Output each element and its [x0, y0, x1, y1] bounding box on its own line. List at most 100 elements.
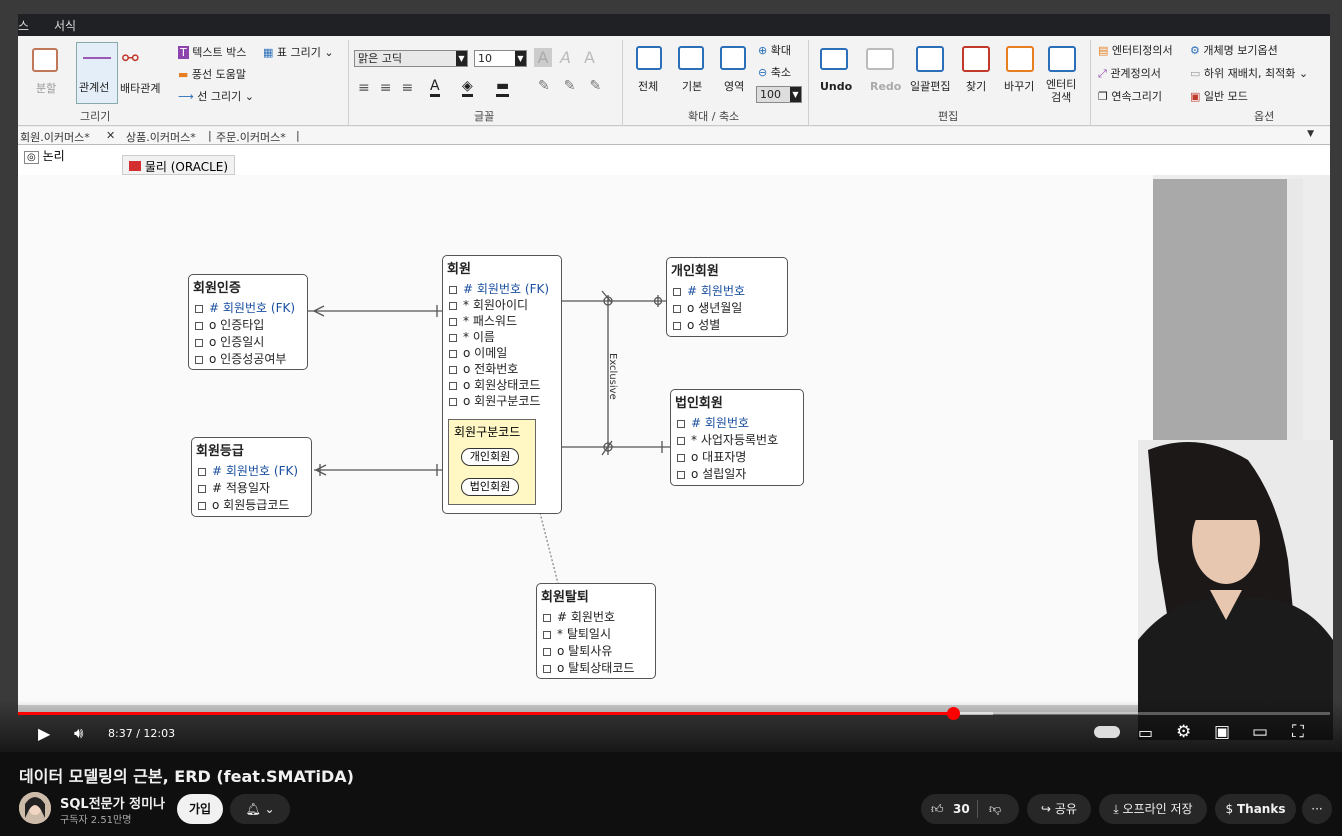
font-size-select[interactable]: 10 ▼	[474, 50, 527, 67]
fit-all-label[interactable]: 전체	[638, 78, 658, 94]
menu-item-format[interactable]: 서식	[54, 17, 76, 34]
tab-member-ecommerce[interactable]: 회원.이커머스*	[20, 129, 90, 145]
tab-logical[interactable]: ◎ 논리	[24, 147, 65, 164]
fullscreen-icon[interactable]: ⛶	[1292, 722, 1304, 742]
subscriber-count: 구독자 2.51만명	[60, 815, 132, 826]
share-button[interactable]: ↪ 공유	[1027, 794, 1091, 824]
join-button[interactable]: 가입	[177, 794, 223, 824]
chevron-down-icon[interactable]: ▼	[1307, 129, 1314, 139]
gear-icon: ⚙	[1190, 44, 1200, 57]
attribute-row: # 회원번호	[677, 414, 749, 431]
redo-icon[interactable]	[866, 48, 894, 70]
redo-label[interactable]: Redo	[870, 80, 901, 93]
fill-color-icon[interactable]: ◈	[462, 78, 473, 97]
underline-icon[interactable]: A	[584, 48, 595, 67]
sub-relayout-button[interactable]: ▭ 하위 재배치, 최적화 ⌄	[1190, 65, 1308, 81]
zoom-area-icon[interactable]	[720, 46, 746, 70]
entity-member-grade[interactable]: 회원등급 # 회원번호 (FK) # 적용일자 o 회원등급코드	[191, 437, 312, 517]
relation-def-button[interactable]: ⤢ 관계정의서	[1098, 65, 1161, 81]
text-box-button[interactable]: T 텍스트 박스	[178, 44, 246, 60]
entity-personal-member[interactable]: 개인회원 # 회원번호 o 생년월일 o 성별	[666, 257, 788, 337]
more-actions-button[interactable]: ···	[1302, 794, 1332, 824]
checkbox-icon	[449, 285, 457, 294]
table-draw-button[interactable]: ▦ 표 그리기 ⌄	[263, 44, 334, 60]
entity-search-label[interactable]: 엔터티 검색	[1046, 78, 1076, 104]
pen-icons[interactable]: ✎✎✎	[538, 78, 615, 94]
attribute-row: o 탈퇴사유	[543, 642, 612, 659]
bold-icon[interactable]: A	[534, 48, 552, 67]
theater-mode-icon[interactable]: ▭	[1252, 722, 1268, 742]
bulk-edit-icon[interactable]	[916, 46, 944, 72]
entity-def-button[interactable]: ▤ 엔터티정의서	[1098, 42, 1173, 58]
autoplay-toggle[interactable]	[1094, 726, 1120, 738]
attribute-row: # 회원번호	[543, 608, 615, 625]
tab-physical[interactable]: 물리 (ORACLE)	[122, 155, 236, 175]
zoom-in-button[interactable]: ⊕ 확대	[758, 42, 791, 58]
video-player[interactable]: 스 서식 분할 관계선 ⚯ 배타관계 T 텍스트 박스 ▦ 표 그리기 ⌄ ▬ …	[0, 0, 1342, 752]
zoom-out-button[interactable]: ⊖ 축소	[758, 64, 791, 80]
entity-search-icon[interactable]	[1048, 46, 1076, 72]
relation-line-button[interactable]: 관계선	[76, 42, 118, 104]
exclusive-relation-icon[interactable]: ⚯	[122, 46, 139, 70]
thumbs-up-icon[interactable]: 👍︎	[931, 794, 944, 824]
channel-name[interactable]: SQL전문가 정미나	[60, 793, 165, 812]
exclusive-relation-label[interactable]: 배타관계	[120, 80, 160, 96]
tab-product-ecommerce[interactable]: 상품.이커머스*	[126, 129, 196, 145]
zoom-basic-icon[interactable]	[678, 46, 704, 70]
entity-member-auth[interactable]: 회원인증 # 회원번호 (FK) o 인증타입 o 인증일시 o 인증성공여부	[188, 274, 308, 370]
attr-name: 사업자등록번호	[700, 433, 779, 447]
notification-bell-button[interactable]: 🔔︎ ⌄	[230, 794, 290, 824]
miniplayer-icon[interactable]: ▣	[1214, 722, 1230, 742]
find-icon[interactable]	[962, 46, 990, 72]
normal-mode-button[interactable]: ▣ 일반 모드	[1190, 88, 1248, 104]
italic-icon[interactable]: A	[560, 48, 571, 67]
align-icons[interactable]: ≡≡≡	[358, 80, 423, 96]
zoom-area-label[interactable]: 영역	[724, 78, 744, 94]
replace-label[interactable]: 바꾸기	[1004, 78, 1034, 94]
find-label[interactable]: 찾기	[966, 78, 986, 94]
menu-item-home[interactable]: 스	[18, 17, 29, 34]
subtype-corp[interactable]: 법인회원	[461, 478, 519, 496]
checkbox-icon	[673, 304, 681, 313]
tab-separator: |	[296, 129, 300, 142]
undo-label[interactable]: Undo	[820, 80, 852, 93]
zoom-level-select[interactable]: 100 ▼	[756, 86, 802, 103]
progress-bar[interactable]	[18, 707, 1330, 720]
attr-name: 회원번호	[476, 282, 522, 296]
subtype-personal[interactable]: 개인회원	[461, 448, 519, 466]
avatar[interactable]	[19, 792, 51, 824]
divider	[977, 800, 978, 818]
erd-canvas[interactable]: Exclusive 회원인증 # 회원번호 (FK) o 인증타입 o 인증일시…	[18, 175, 1153, 705]
fit-all-icon[interactable]	[636, 46, 662, 70]
line-color-icon[interactable]: ▬	[496, 78, 510, 97]
tab-order-ecommerce[interactable]: 주문.이커머스*	[216, 129, 286, 145]
close-icon[interactable]: ✕	[106, 129, 115, 142]
font-name-select[interactable]: 맑은 고딕 ▼	[354, 50, 468, 67]
balloon-help-button[interactable]: ▬ 풍선 도움말	[178, 66, 246, 82]
zoom-out-label: 축소	[770, 66, 791, 79]
download-button[interactable]: ⤓ 오프라인 저장	[1099, 794, 1207, 824]
zoom-in-icon: ⊕	[758, 44, 768, 57]
captions-icon[interactable]: ▭	[1138, 723, 1153, 742]
scrubber-handle[interactable]	[947, 707, 961, 720]
entity-member-withdraw[interactable]: 회원탈퇴 # 회원번호 * 탈퇴일시 o 탈퇴사유 o 탈퇴상태코드	[536, 583, 656, 679]
line-draw-button[interactable]: ⟶ 선 그리기 ⌄	[178, 88, 254, 104]
continuous-draw-button[interactable]: ❐ 연속그리기	[1098, 88, 1162, 104]
subtype-box[interactable]: 회원구분코드 개인회원 법인회원	[448, 419, 536, 505]
normal-mode-label: 일반 모드	[1203, 90, 1248, 103]
entity-corp-member[interactable]: 법인회원 # 회원번호 * 사업자등록번호 o 대표자명 o 설립일자	[670, 389, 804, 486]
checkbox-icon	[449, 381, 457, 390]
replace-icon[interactable]	[1006, 46, 1034, 72]
split-icon[interactable]	[32, 48, 58, 72]
separator	[1090, 40, 1091, 126]
thanks-button[interactable]: $ Thanks	[1215, 794, 1296, 824]
bulk-edit-label[interactable]: 일괄편집	[910, 78, 950, 94]
settings-gear-icon[interactable]: ⚙	[1176, 722, 1191, 742]
thumbs-down-icon[interactable]: 👎︎	[989, 794, 1001, 824]
undo-icon[interactable]	[820, 48, 848, 70]
object-name-option-button[interactable]: ⚙ 개체명 보기옵션	[1190, 42, 1278, 58]
play-icon[interactable]: ▶	[38, 724, 50, 743]
volume-icon[interactable]: 🔊︎	[74, 724, 83, 742]
zoom-basic-label[interactable]: 기본	[682, 78, 702, 94]
font-color-icon[interactable]: A	[430, 78, 440, 97]
